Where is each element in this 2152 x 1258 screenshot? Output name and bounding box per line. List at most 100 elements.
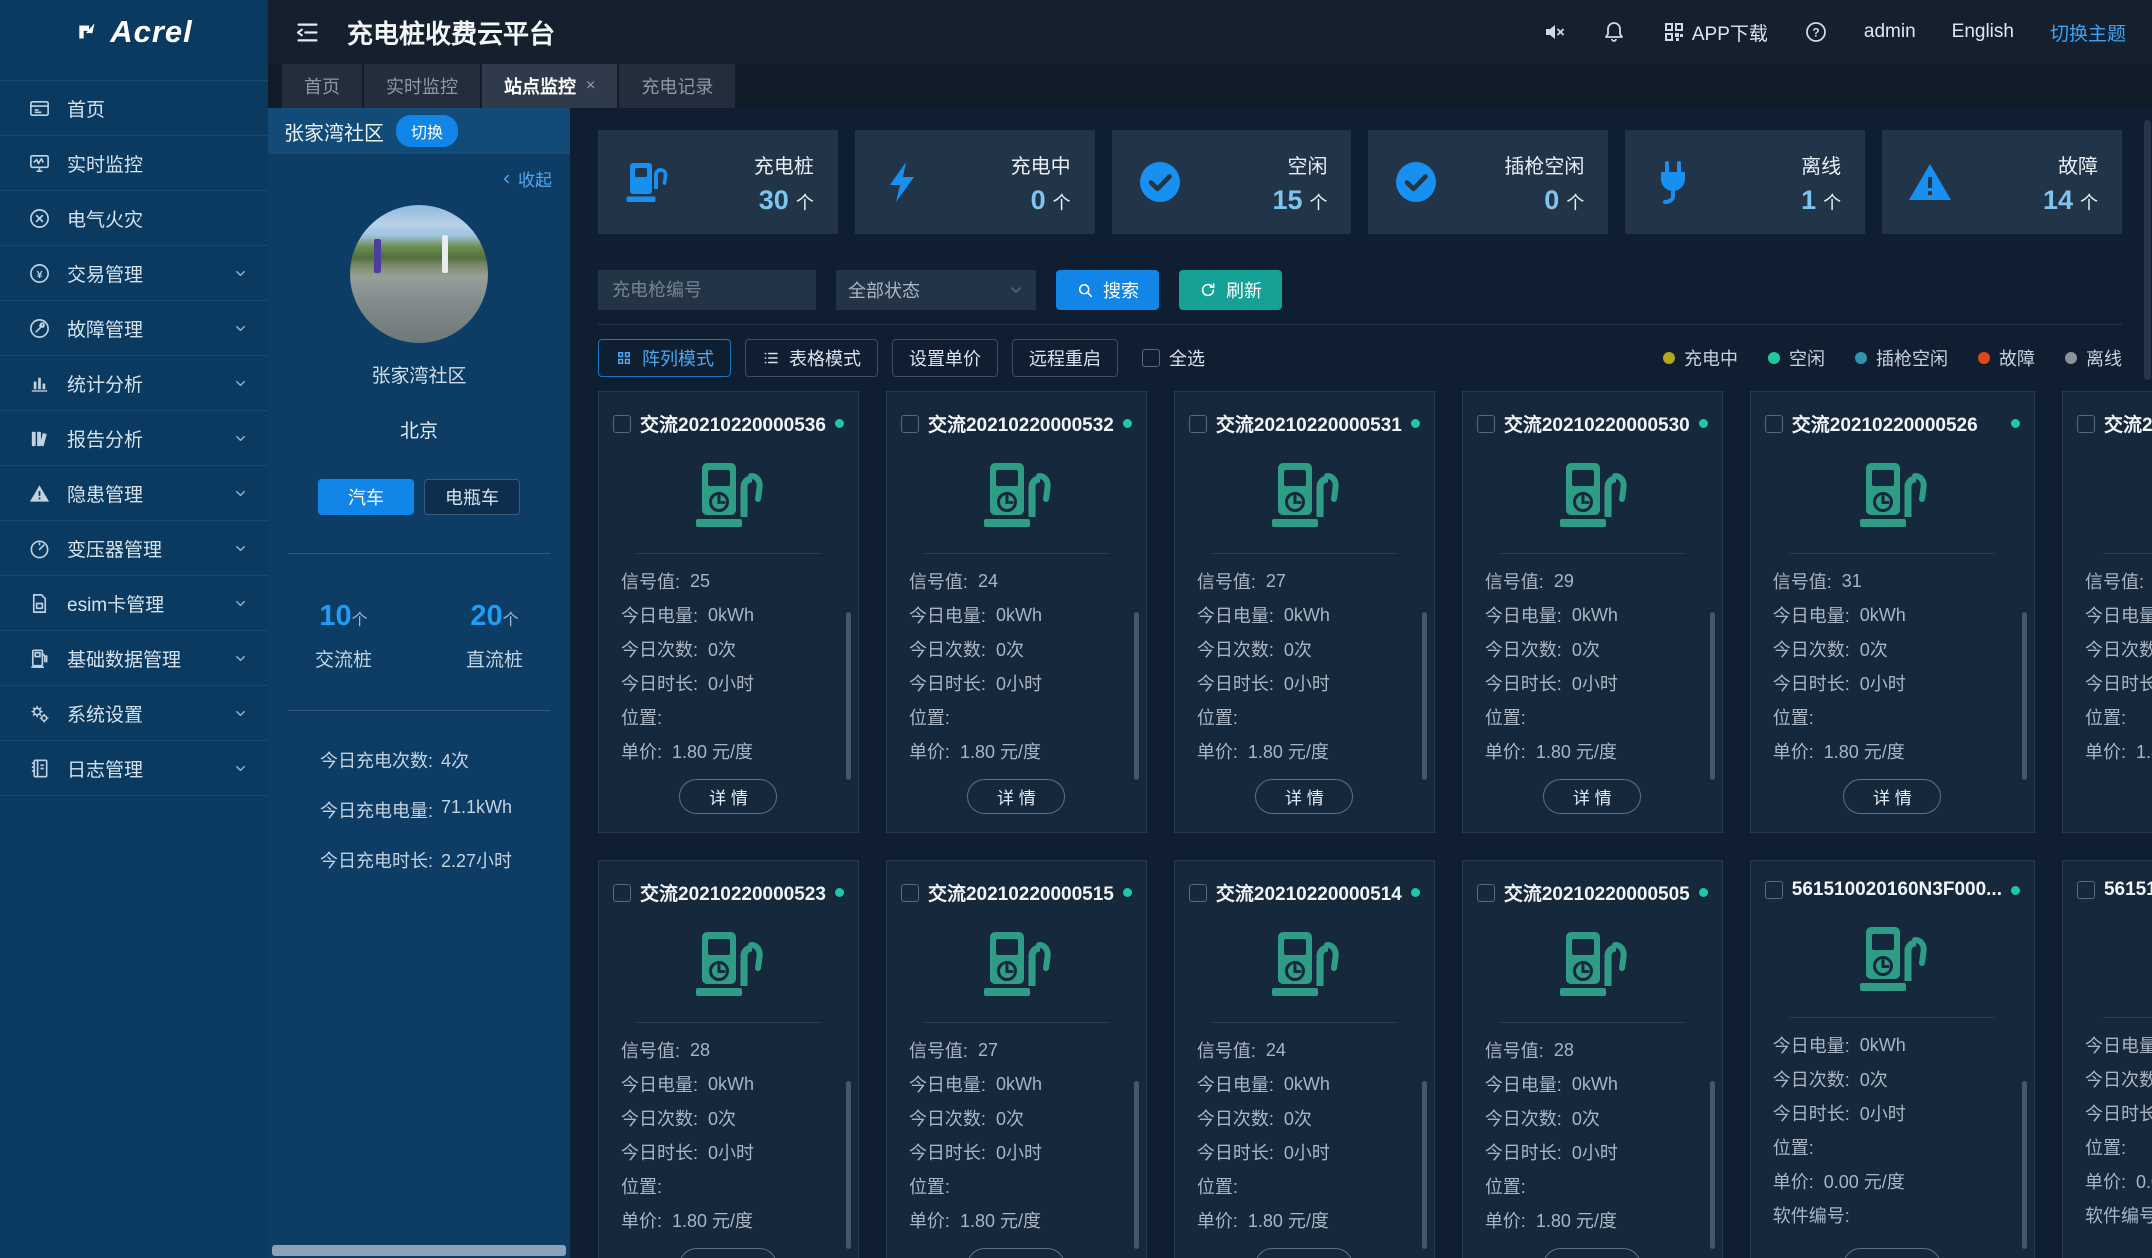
- detail-button[interactable]: 详 情: [679, 1248, 778, 1258]
- charger-checkbox[interactable]: [1764, 414, 1783, 433]
- sidebar-item-hazard-management[interactable]: 隐患管理: [0, 466, 268, 521]
- detail-button[interactable]: 详 情: [1255, 1248, 1354, 1258]
- charger-field: 位置:: [2084, 1138, 2126, 1158]
- lightning-icon: [879, 158, 927, 206]
- menu-fold-icon[interactable]: [294, 19, 321, 46]
- detail-button[interactable]: 详 情: [1843, 779, 1942, 814]
- card-scrollbar[interactable]: [845, 612, 851, 780]
- today-stats: 今日充电次数: 4次 今日充电电量: 71.1kWh 今日充电时长: 2.27小时: [320, 747, 570, 873]
- charger-field: 今日次数: 0次: [1484, 1109, 1600, 1129]
- mute-icon[interactable]: [1542, 20, 1566, 44]
- station-photo-caption: 张家湾社区: [371, 366, 467, 387]
- station-switch-button[interactable]: 切换: [396, 115, 459, 147]
- sidebar-item-label: 基础数据管理: [67, 649, 182, 671]
- charger-checkbox[interactable]: [1476, 414, 1495, 433]
- tab-close-icon[interactable]: ×: [586, 77, 595, 95]
- charger-checkbox[interactable]: [900, 414, 919, 433]
- charger-checkbox[interactable]: [1188, 414, 1207, 433]
- sidebar-item-transformer-management[interactable]: 变压器管理: [0, 521, 268, 576]
- charger-checkbox[interactable]: [1476, 883, 1495, 902]
- search-button[interactable]: 搜索: [1056, 270, 1159, 310]
- charger-checkbox[interactable]: [2076, 881, 2095, 899]
- tab-站点监控[interactable]: 站点监控 ×: [482, 64, 618, 108]
- grid-mode-button[interactable]: 阵列模式: [598, 339, 731, 377]
- card-scrollbar[interactable]: [1709, 612, 1715, 780]
- select-all-checkbox[interactable]: [1142, 349, 1160, 367]
- gauge-icon: [28, 537, 51, 560]
- sidebar-item-fault-management[interactable]: 故障管理: [0, 301, 268, 356]
- detail-button[interactable]: 详 情: [1543, 1248, 1642, 1258]
- charger-field: 位置:: [621, 1177, 663, 1197]
- app-download-link[interactable]: APP下载: [1662, 19, 1768, 46]
- charger-field: 软件编号:: [1772, 1206, 1850, 1226]
- charger-field: 信号值: 29: [1484, 570, 1574, 593]
- charger-field: 单价: 1.80 元/度: [621, 742, 754, 762]
- vehicle-tab-电瓶车[interactable]: 电瓶车: [424, 479, 520, 515]
- tab-首页[interactable]: 首页: [282, 64, 362, 108]
- sidebar-item-statistics-analysis[interactable]: 统计分析: [0, 356, 268, 411]
- sidebar-item-realtime-monitor[interactable]: 实时监控: [0, 136, 268, 191]
- refresh-button[interactable]: 刷新: [1179, 270, 1282, 310]
- charger-field: 单价: 1.80 元/度: [2084, 742, 2152, 762]
- charger-field: 位置:: [1196, 1177, 1238, 1197]
- divider: [1790, 1017, 1995, 1018]
- gun-number-input[interactable]: [598, 270, 816, 310]
- status-select[interactable]: 全部状态: [836, 270, 1036, 310]
- table-mode-button[interactable]: 表格模式: [745, 339, 878, 377]
- sidebar-item-esim-card-management[interactable]: esim卡管理: [0, 576, 268, 631]
- card-scrollbar[interactable]: [1421, 612, 1427, 780]
- tab-实时监控[interactable]: 实时监控: [364, 64, 480, 108]
- vertical-scrollbar[interactable]: [2144, 120, 2151, 380]
- bell-icon[interactable]: [1602, 20, 1626, 44]
- sidebar-item-base-data-management[interactable]: 基础数据管理: [0, 631, 268, 686]
- status-dot: [1410, 888, 1420, 897]
- sidebar-item-system-settings[interactable]: 系统设置: [0, 686, 268, 741]
- charger-field: 信号值: 25: [621, 570, 711, 593]
- charger-field: 单价: 1.80 元/度: [1196, 742, 1329, 762]
- charger-checkbox[interactable]: [613, 883, 631, 902]
- charging-pile-icon: [622, 158, 670, 206]
- charger-field: 今日时长: 0小时: [1196, 674, 1330, 694]
- collapse-panel-link[interactable]: 收起: [268, 166, 570, 191]
- detail-button[interactable]: 详 情: [1843, 1248, 1942, 1258]
- charger-card: 交流20210220000532 信号值: 24 今日电量: 0kWh 今日次数…: [885, 391, 1147, 833]
- card-scrollbar[interactable]: [1133, 612, 1139, 780]
- charger-checkbox[interactable]: [2076, 414, 2095, 433]
- sidebar-item-home[interactable]: 首页: [0, 81, 268, 136]
- detail-button[interactable]: 详 情: [967, 1248, 1066, 1258]
- card-scrollbar[interactable]: [1421, 1081, 1427, 1249]
- card-scrollbar[interactable]: [2021, 612, 2027, 780]
- horizontal-scrollbar[interactable]: [272, 1245, 566, 1256]
- divider: [288, 553, 550, 554]
- charging-pile-icon: [901, 461, 1132, 535]
- detail-button[interactable]: 详 情: [679, 779, 778, 814]
- vehicle-tab-汽车[interactable]: 汽车: [318, 479, 414, 515]
- sidebar-item-report-analysis[interactable]: 报告分析: [0, 411, 268, 466]
- detail-button[interactable]: 详 情: [967, 779, 1066, 814]
- help-icon[interactable]: ?: [1804, 20, 1828, 44]
- card-scrollbar[interactable]: [2021, 1081, 2027, 1249]
- remote-restart-button[interactable]: 远程重启: [1012, 339, 1118, 377]
- sidebar-item-electric-fire[interactable]: 电气火灾: [0, 191, 268, 246]
- charger-checkbox[interactable]: [1188, 883, 1207, 902]
- select-all[interactable]: 全选: [1142, 345, 1205, 371]
- detail-button[interactable]: 详 情: [1255, 779, 1354, 814]
- tab-充电记录[interactable]: 充电记录: [619, 64, 736, 108]
- card-scrollbar[interactable]: [1133, 1081, 1139, 1249]
- sidebar-item-trade-management[interactable]: ¥ 交易管理: [0, 246, 268, 301]
- charger-field: 今日时长: 0小时: [2084, 1104, 2152, 1124]
- charger-checkbox[interactable]: [900, 883, 919, 902]
- divider: [1211, 1022, 1397, 1023]
- theme-switch-link[interactable]: 切换主题: [2050, 19, 2126, 46]
- card-scrollbar[interactable]: [1709, 1081, 1715, 1249]
- detail-button[interactable]: 详 情: [1543, 779, 1642, 814]
- language-switch[interactable]: English: [1952, 21, 2014, 43]
- set-price-button[interactable]: 设置单价: [892, 339, 998, 377]
- charger-card: 交流20210220000524 信号值: 31 今日电量: 0kWh 今日次数…: [2061, 391, 2152, 833]
- user-name[interactable]: admin: [1864, 21, 1916, 43]
- station-city: 北京: [399, 421, 438, 442]
- sidebar-item-log-management[interactable]: 日志管理: [0, 741, 268, 796]
- card-scrollbar[interactable]: [845, 1081, 851, 1249]
- charger-checkbox[interactable]: [613, 414, 631, 433]
- charger-checkbox[interactable]: [1764, 881, 1783, 899]
